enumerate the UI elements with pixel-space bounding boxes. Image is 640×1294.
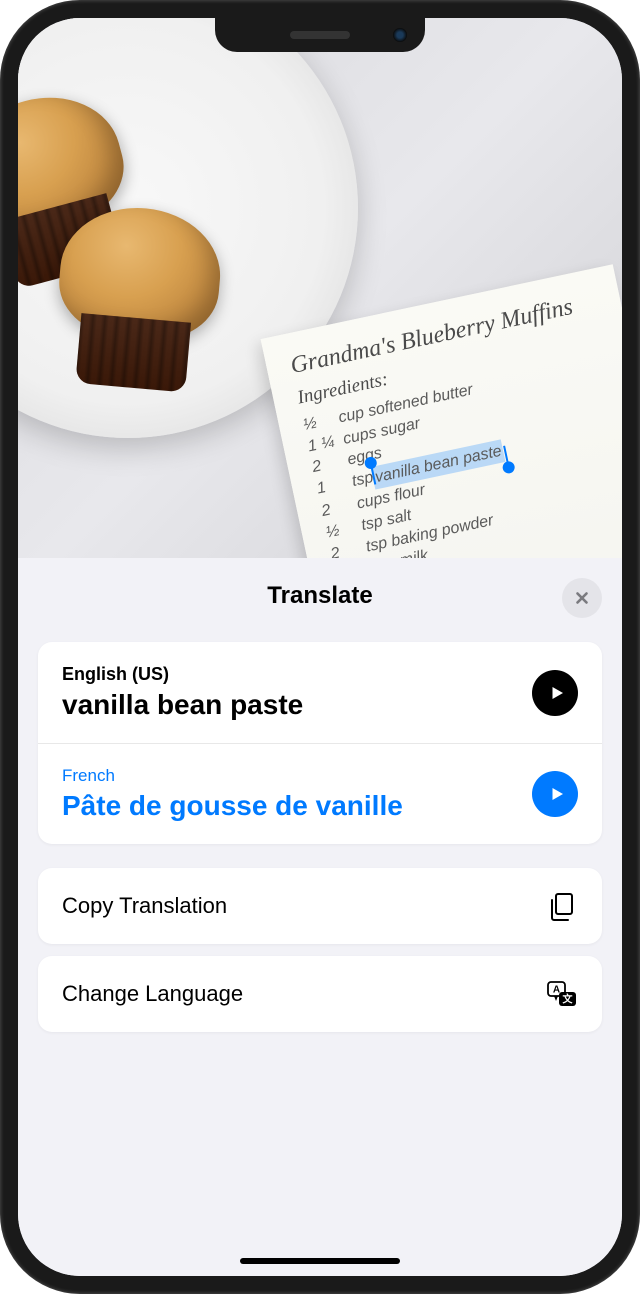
- notch: [215, 18, 425, 52]
- svg-text:文: 文: [563, 993, 574, 1006]
- copy-label: Copy Translation: [62, 893, 227, 919]
- translation-card: English (US) vanilla bean paste French P…: [38, 642, 602, 844]
- play-target-button[interactable]: [532, 771, 578, 817]
- home-indicator[interactable]: [240, 1258, 400, 1264]
- change-label: Change Language: [62, 981, 243, 1007]
- close-button[interactable]: [562, 578, 602, 618]
- photo-background[interactable]: Grandma's Blueberry Muffins Ingredients:…: [18, 18, 622, 558]
- close-icon: [573, 589, 591, 607]
- play-icon: [548, 684, 566, 702]
- copy-translation-button[interactable]: Copy Translation: [38, 868, 602, 944]
- source-section: English (US) vanilla bean paste: [38, 642, 602, 744]
- translate-icon: A 文: [546, 978, 578, 1010]
- target-language-label: French: [62, 766, 516, 786]
- target-text: Pâte de gousse de vanille: [62, 790, 516, 822]
- screen: Grandma's Blueberry Muffins Ingredients:…: [18, 18, 622, 1276]
- target-section: French Pâte de gousse de vanille: [38, 744, 602, 844]
- speaker: [290, 31, 350, 39]
- source-language-label: English (US): [62, 664, 516, 685]
- change-language-button[interactable]: Change Language A 文: [38, 956, 602, 1032]
- front-camera: [393, 28, 407, 42]
- muffin: [50, 201, 225, 394]
- source-text: vanilla bean paste: [62, 689, 516, 721]
- svg-text:A: A: [553, 985, 560, 996]
- translate-sheet: Translate English (US) vanilla bean past…: [18, 558, 622, 1276]
- copy-icon: [546, 890, 578, 922]
- sheet-header: Translate: [38, 582, 602, 610]
- phone-frame: Grandma's Blueberry Muffins Ingredients:…: [0, 0, 640, 1294]
- sheet-title: Translate: [267, 582, 372, 610]
- play-source-button[interactable]: [532, 670, 578, 716]
- play-icon: [548, 785, 566, 803]
